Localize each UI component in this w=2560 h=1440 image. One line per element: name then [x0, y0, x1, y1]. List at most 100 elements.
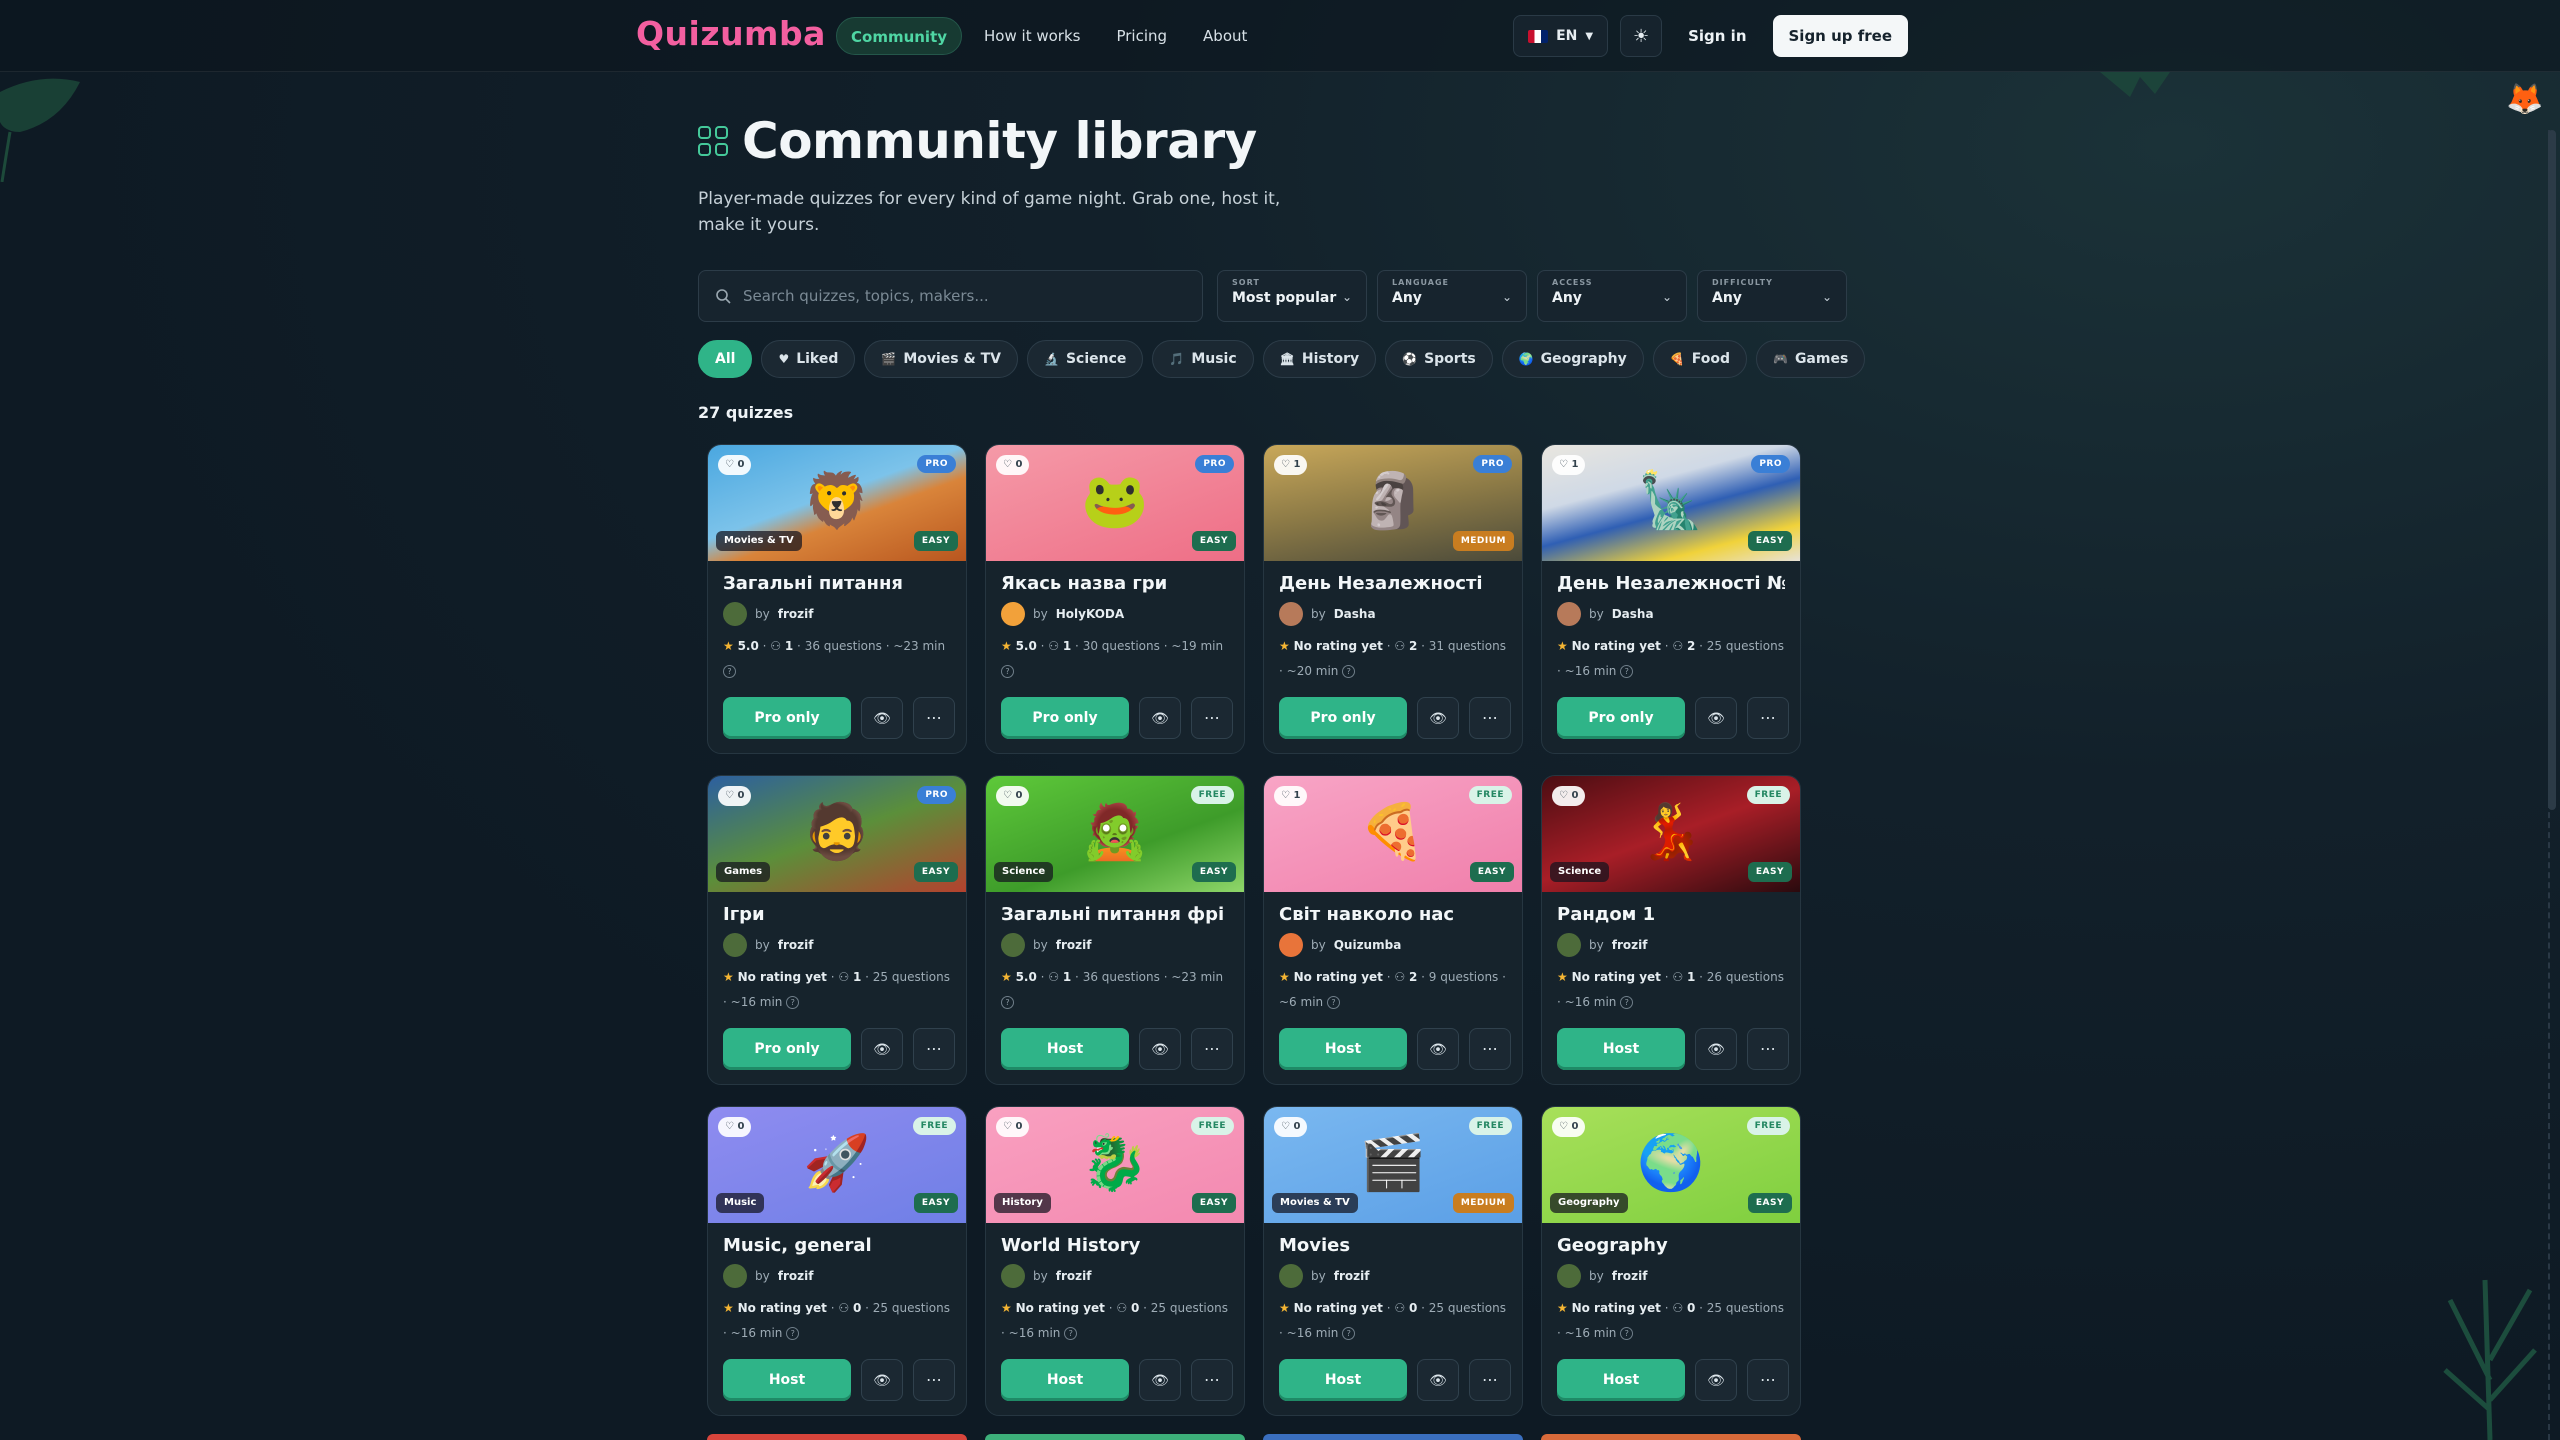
- quiz-thumbnail[interactable]: 🧟 ♡ 0 FREE Science EASY: [986, 776, 1244, 892]
- access-select[interactable]: ACCESS Any ⌄: [1537, 270, 1687, 322]
- more-options-button[interactable]: ⋯: [1469, 1359, 1511, 1401]
- like-button[interactable]: ♡ 0: [1552, 1117, 1586, 1137]
- host-button[interactable]: Host: [1557, 1359, 1685, 1401]
- search-input[interactable]: [743, 287, 1163, 305]
- author-name[interactable]: Dasha: [1612, 607, 1654, 621]
- help-icon[interactable]: ?: [723, 665, 736, 678]
- help-icon[interactable]: ?: [1001, 665, 1014, 678]
- quiz-title[interactable]: Загальні питання: [723, 573, 951, 594]
- author-name[interactable]: frozif: [778, 1269, 814, 1283]
- quiz-thumbnail[interactable]: 🚀 ♡ 0 FREE Music EASY: [708, 1107, 966, 1223]
- nav-community[interactable]: Community: [836, 17, 963, 55]
- preview-button[interactable]: 👁: [1417, 1359, 1459, 1401]
- help-icon[interactable]: ?: [1620, 665, 1634, 678]
- quiz-thumbnail[interactable]: 🦁 ♡ 0 PRO Movies & TV EASY: [708, 445, 966, 561]
- help-icon[interactable]: ?: [1326, 996, 1340, 1009]
- host-button[interactable]: Host: [1557, 1028, 1685, 1070]
- sign-in-link[interactable]: Sign in: [1674, 27, 1760, 45]
- preview-button[interactable]: 👁: [861, 697, 903, 739]
- nav-about[interactable]: About: [1189, 17, 1261, 55]
- quiz-title[interactable]: Світ навколо нас: [1279, 904, 1507, 925]
- difficulty-select[interactable]: DIFFICULTY Any ⌄: [1697, 270, 1847, 322]
- author-name[interactable]: frozif: [1056, 938, 1092, 952]
- author-name[interactable]: frozif: [1612, 938, 1648, 952]
- like-button[interactable]: ♡ 0: [996, 786, 1030, 806]
- preview-button[interactable]: 👁: [1695, 1028, 1737, 1070]
- quiz-title[interactable]: Movies: [1279, 1235, 1507, 1256]
- quiz-title[interactable]: Якась назва гри: [1001, 573, 1229, 594]
- like-button[interactable]: ♡ 0: [718, 786, 752, 806]
- author-name[interactable]: frozif: [1334, 1269, 1370, 1283]
- more-options-button[interactable]: ⋯: [1747, 697, 1789, 739]
- preview-button[interactable]: 👁: [861, 1028, 903, 1070]
- quiz-card[interactable]: 🦁 ♡ 0 PRO Movies & TV EASY Загальні питання by…: [707, 444, 967, 754]
- quiz-card[interactable]: 💃 ♡ 0 FREE Science EASY Рандом 1 by frozif ★ No …: [1541, 775, 1801, 1085]
- chip-music[interactable]: 🎵 Music: [1152, 340, 1254, 378]
- preview-button[interactable]: 👁: [1695, 697, 1737, 739]
- more-options-button[interactable]: ⋯: [1747, 1028, 1789, 1070]
- help-icon[interactable]: ?: [786, 996, 800, 1009]
- preview-button[interactable]: 👁: [861, 1359, 903, 1401]
- preview-button[interactable]: 👁: [1139, 1028, 1181, 1070]
- host-button[interactable]: Host: [723, 1359, 851, 1401]
- more-options-button[interactable]: ⋯: [913, 1359, 955, 1401]
- language-selector[interactable]: EN ▼: [1513, 15, 1609, 57]
- quiz-title[interactable]: День Незалежності: [1279, 573, 1507, 594]
- quiz-title[interactable]: Загальні питання фрі: [1001, 904, 1229, 925]
- quiz-card[interactable]: 🌍 ♡ 0 FREE Geography EASY Geography by frozif ★ …: [1541, 1106, 1801, 1416]
- scrollbar-thumb[interactable]: [2548, 130, 2556, 810]
- fox-mascot-icon[interactable]: 🦊: [2506, 82, 2543, 117]
- like-button[interactable]: ♡ 1: [1274, 455, 1308, 475]
- author-name[interactable]: frozif: [1056, 1269, 1092, 1283]
- pro-only-button[interactable]: Pro only: [723, 697, 851, 739]
- quiz-thumbnail[interactable]: 🍕 ♡ 1 FREE EASY: [1264, 776, 1522, 892]
- quiz-title[interactable]: День Незалежності №2: [1557, 573, 1785, 594]
- sort-select[interactable]: SORT Most popular ⌄: [1217, 270, 1367, 322]
- quiz-card[interactable]: 🐸 ♡ 0 PRO EASY Якась назва гри by HolyKODA ★ 5.…: [985, 444, 1245, 754]
- host-button[interactable]: Host: [1279, 1028, 1407, 1070]
- like-button[interactable]: ♡ 0: [1552, 786, 1586, 806]
- quiz-thumbnail[interactable]: 🗿 ♡ 1 PRO MEDIUM: [1264, 445, 1522, 561]
- chip-food[interactable]: 🍕 Food: [1652, 340, 1747, 378]
- quiz-thumbnail[interactable]: 💃 ♡ 0 FREE Science EASY: [1542, 776, 1800, 892]
- quiz-card[interactable]: 🧔 ♡ 0 PRO Games EASY Ігри by frozif ★ No rating …: [707, 775, 967, 1085]
- quiz-thumbnail[interactable]: 🎬 ♡ 0 FREE Movies & TV MEDIUM: [1264, 1107, 1522, 1223]
- preview-button[interactable]: 👁: [1417, 1028, 1459, 1070]
- more-options-button[interactable]: ⋯: [1469, 697, 1511, 739]
- preview-button[interactable]: 👁: [1139, 697, 1181, 739]
- quiz-title[interactable]: Geography: [1557, 1235, 1785, 1256]
- more-options-button[interactable]: ⋯: [1747, 1359, 1789, 1401]
- quiz-card[interactable]: 🚀 ♡ 0 FREE Music EASY Music, general by frozif ★…: [707, 1106, 967, 1416]
- pro-only-button[interactable]: Pro only: [1557, 697, 1685, 739]
- quiz-thumbnail[interactable]: 🐸 ♡ 0 PRO EASY: [986, 445, 1244, 561]
- chip-games[interactable]: 🎮 Games: [1755, 340, 1866, 378]
- host-button[interactable]: Host: [1001, 1359, 1129, 1401]
- quiz-thumbnail[interactable]: 🐉 ♡ 0 FREE History EASY: [986, 1107, 1244, 1223]
- host-button[interactable]: Host: [1279, 1359, 1407, 1401]
- help-icon[interactable]: ?: [1342, 665, 1356, 678]
- quiz-thumbnail[interactable]: 🗽 ♡ 1 PRO EASY: [1542, 445, 1800, 561]
- quiz-title[interactable]: Ігри: [723, 904, 951, 925]
- pro-only-button[interactable]: Pro only: [723, 1028, 851, 1070]
- chip-science[interactable]: 🔬 Science: [1026, 340, 1144, 378]
- quiz-card[interactable]: 🗿 ♡ 1 PRO MEDIUM День Незалежності by Dasha ★ N…: [1263, 444, 1523, 754]
- like-button[interactable]: ♡ 0: [718, 1117, 752, 1137]
- more-options-button[interactable]: ⋯: [913, 1028, 955, 1070]
- author-name[interactable]: frozif: [1612, 1269, 1648, 1283]
- like-button[interactable]: ♡ 0: [718, 455, 752, 475]
- logo[interactable]: Quizumba: [636, 14, 826, 53]
- like-button[interactable]: ♡ 1: [1274, 786, 1308, 806]
- preview-button[interactable]: 👁: [1695, 1359, 1737, 1401]
- more-options-button[interactable]: ⋯: [1469, 1028, 1511, 1070]
- quiz-title[interactable]: World History: [1001, 1235, 1229, 1256]
- chip-all[interactable]: All: [698, 340, 753, 378]
- pro-only-button[interactable]: Pro only: [1279, 697, 1407, 739]
- quiz-title[interactable]: Music, general: [723, 1235, 951, 1256]
- author-name[interactable]: Dasha: [1334, 607, 1376, 621]
- quiz-card[interactable]: 🍕 ♡ 1 FREE EASY Світ навколо нас by Quizumba ★ …: [1263, 775, 1523, 1085]
- author-name[interactable]: frozif: [778, 938, 814, 952]
- chip-geography[interactable]: 🌍 Geography: [1501, 340, 1644, 378]
- language-select[interactable]: LANGUAGE Any ⌄: [1377, 270, 1527, 322]
- chip-liked[interactable]: ♥ Liked: [761, 340, 856, 378]
- chip-movies-tv[interactable]: 🎬 Movies & TV: [864, 340, 1018, 378]
